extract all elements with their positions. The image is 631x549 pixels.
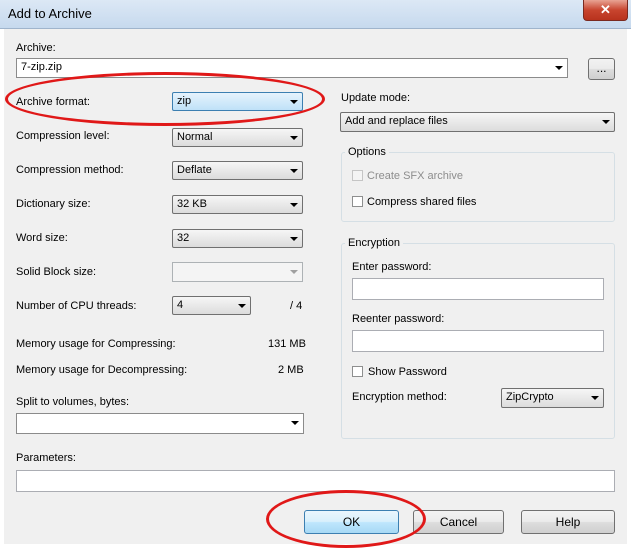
solid-block-select	[172, 262, 303, 282]
cpu-threads-max: / 4	[290, 300, 303, 312]
word-size-label: Word size:	[16, 232, 68, 244]
encryption-method-select[interactable]: ZipCrypto	[501, 388, 604, 408]
shared-checkbox[interactable]	[352, 196, 363, 207]
sfx-checkbox	[352, 170, 363, 181]
chevron-down-icon	[290, 136, 298, 140]
chevron-down-icon	[555, 66, 563, 70]
chevron-down-icon	[290, 169, 298, 173]
browse-button[interactable]: ...	[588, 58, 615, 80]
reenter-password-field[interactable]	[352, 330, 604, 352]
chevron-down-icon	[602, 120, 610, 124]
word-size-select[interactable]: 32	[172, 229, 303, 248]
chevron-down-icon	[238, 304, 246, 308]
update-mode-label: Update mode:	[341, 92, 411, 104]
chevron-down-icon	[591, 396, 599, 400]
show-password-label: Show Password	[368, 366, 447, 378]
sfx-label: Create SFX archive	[367, 170, 463, 182]
window-title: Add to Archive	[8, 6, 92, 21]
split-label: Split to volumes, bytes:	[16, 396, 130, 408]
close-button[interactable]: ✕	[583, 0, 628, 21]
annotation-ellipse-ok	[266, 490, 426, 548]
options-group	[341, 152, 615, 222]
chevron-down-icon	[291, 421, 299, 425]
mem-compress-value: 131 MB	[268, 338, 306, 350]
archive-label: Archive:	[16, 42, 56, 54]
parameters-field[interactable]	[16, 470, 615, 492]
compression-level-label: Compression level:	[16, 130, 110, 142]
mem-decompress-value: 2 MB	[278, 364, 304, 376]
mem-decompress-label: Memory usage for Decompressing:	[16, 364, 188, 376]
password-field[interactable]	[352, 278, 604, 300]
compression-method-select[interactable]: Deflate	[172, 161, 303, 180]
shared-label: Compress shared files	[367, 196, 477, 208]
mem-compress-label: Memory usage for Compressing:	[16, 338, 176, 350]
cancel-button[interactable]: Cancel	[413, 510, 504, 534]
cpu-threads-label: Number of CPU threads:	[16, 300, 137, 312]
encryption-title: Encryption	[345, 237, 403, 249]
update-mode-select[interactable]: Add and replace files	[340, 112, 615, 132]
parameters-label: Parameters:	[16, 452, 76, 464]
cpu-threads-select[interactable]: 4	[172, 296, 251, 315]
show-password-checkbox[interactable]	[352, 366, 363, 377]
compression-method-label: Compression method:	[16, 164, 124, 176]
reenter-password-label: Reenter password:	[352, 313, 445, 325]
chevron-down-icon	[290, 203, 298, 207]
encryption-method-label: Encryption method:	[352, 391, 447, 403]
annotation-ellipse-archive-format	[5, 72, 325, 126]
solid-block-label: Solid Block size:	[16, 266, 97, 278]
compression-level-select[interactable]: Normal	[172, 128, 303, 147]
dictionary-size-label: Dictionary size:	[16, 198, 91, 210]
close-icon: ✕	[600, 2, 611, 17]
dictionary-size-select[interactable]: 32 KB	[172, 195, 303, 214]
help-button[interactable]: Help	[521, 510, 615, 534]
split-volumes-combo[interactable]	[16, 413, 304, 434]
enter-password-label: Enter password:	[352, 261, 432, 273]
options-title: Options	[345, 146, 389, 158]
chevron-down-icon	[290, 237, 298, 241]
title-bar: Add to Archive ✕	[0, 0, 631, 29]
chevron-down-icon	[290, 270, 298, 274]
